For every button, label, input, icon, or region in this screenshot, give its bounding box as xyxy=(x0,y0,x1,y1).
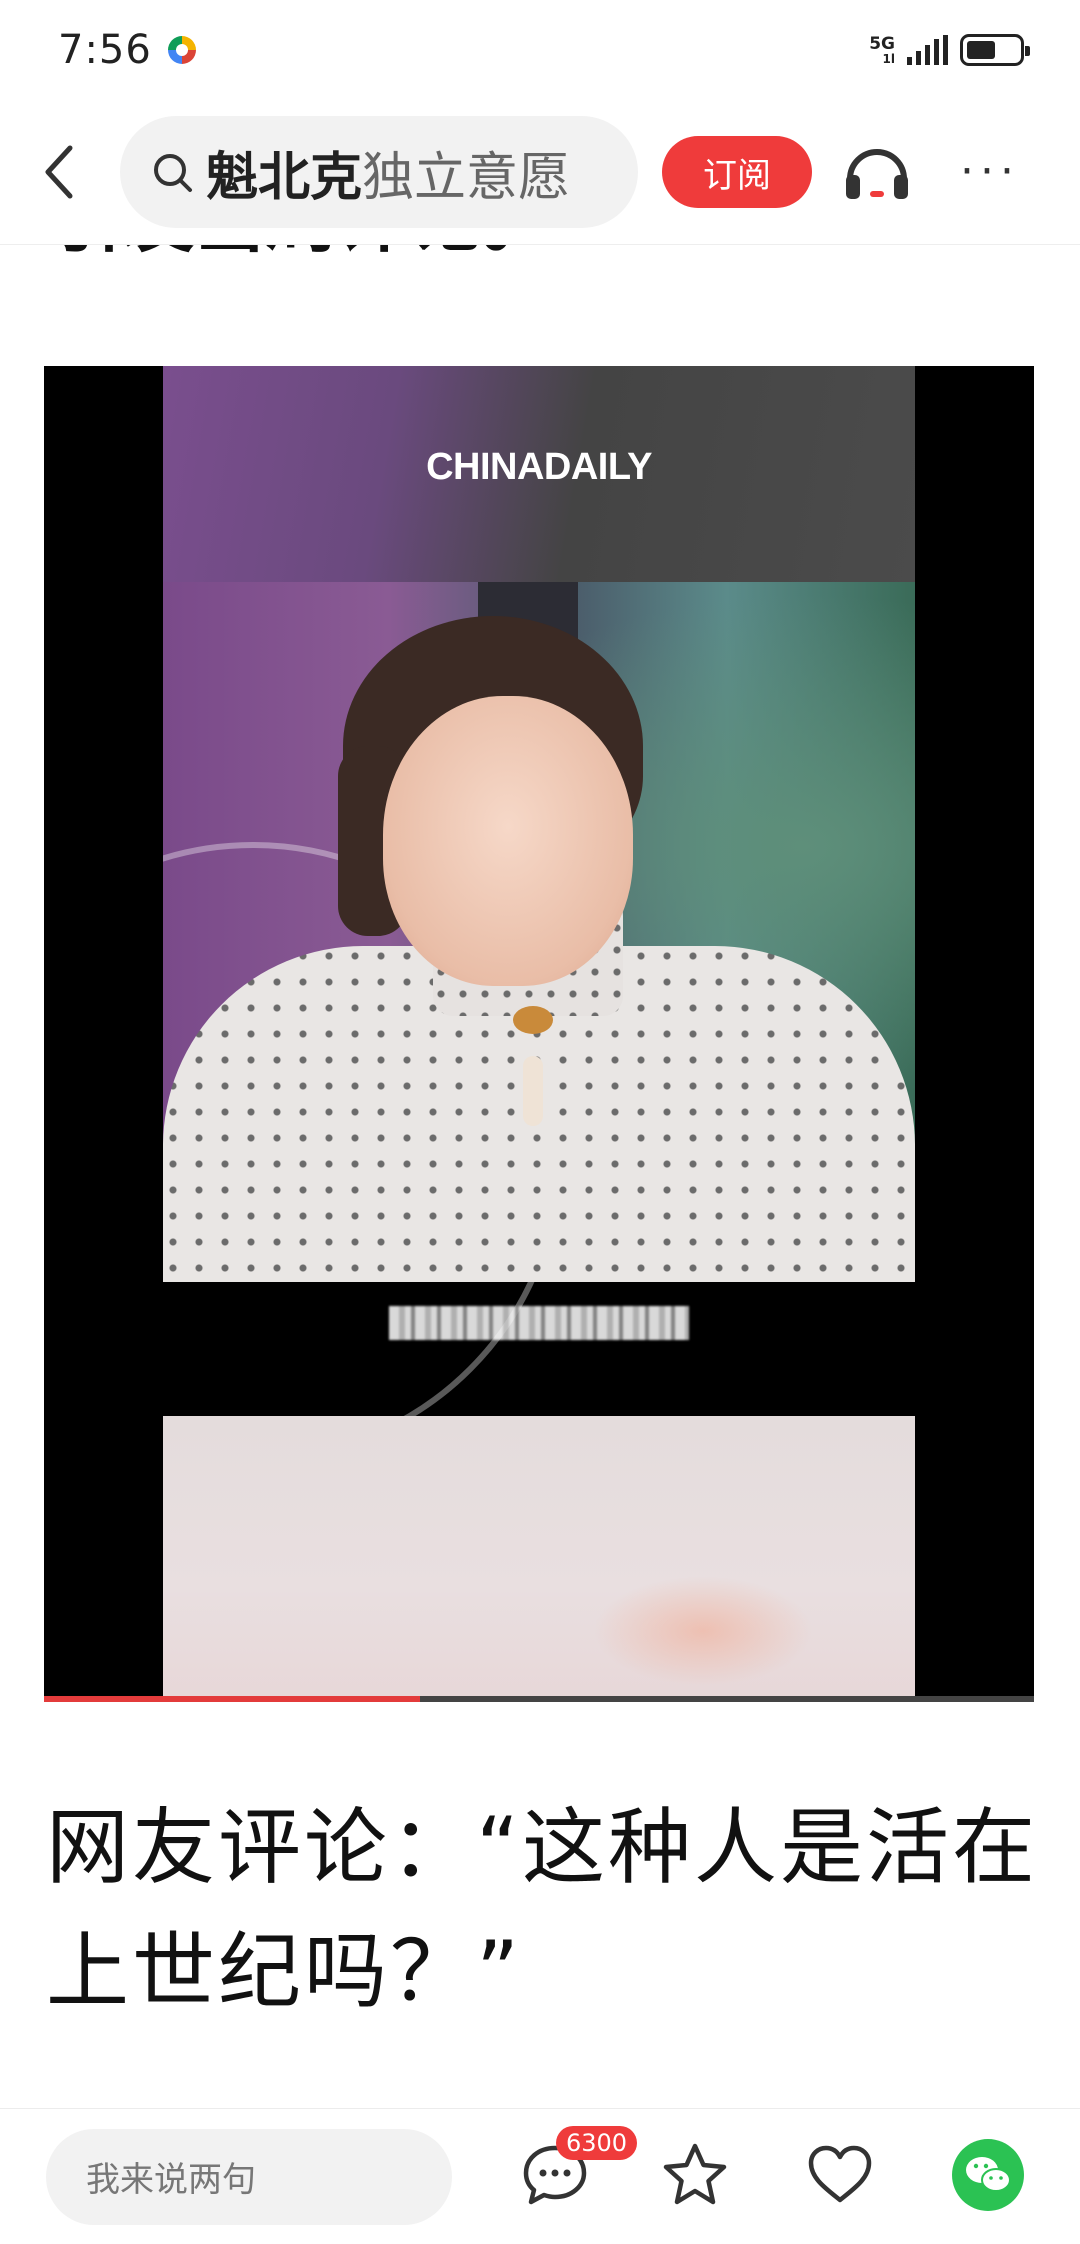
search-query-rest: 独立意愿 xyxy=(362,147,571,208)
channel-logo: CHINADAILY xyxy=(426,446,652,488)
video-player[interactable]: CHINADAILY xyxy=(44,366,1034,1702)
wechat-share-button[interactable] xyxy=(952,2139,1024,2211)
more-icon[interactable]: ··· xyxy=(960,150,1020,194)
heart-icon[interactable] xyxy=(805,2140,875,2210)
headphone-icon[interactable] xyxy=(842,137,912,207)
search-query-bold: 魁北克 xyxy=(206,147,363,208)
search-icon xyxy=(154,154,192,192)
battery-level xyxy=(967,41,995,59)
pendant xyxy=(523,1056,543,1126)
network-indicator: 5G 1l xyxy=(869,33,895,66)
status-indicators: 5G 1l xyxy=(869,33,1030,66)
network-type: 5G xyxy=(869,33,895,54)
subscribe-button[interactable]: 订阅 xyxy=(662,136,812,208)
article-paragraph: 网友评论：“这种人是活在上世纪吗？” xyxy=(46,1799,1038,2020)
star-icon[interactable] xyxy=(660,2140,730,2210)
brooch xyxy=(513,1006,553,1034)
top-nav: 魁北克独立意愿 订阅 ··· xyxy=(0,100,1080,245)
wechat-icon xyxy=(966,2157,1011,2192)
status-bar: 7:56 5G 1l xyxy=(0,0,1080,100)
back-button[interactable] xyxy=(0,100,120,245)
signal-icon xyxy=(907,35,948,65)
status-time: 7:56 xyxy=(58,27,152,73)
blurred-subtitle xyxy=(389,1306,689,1340)
network-sub: 1l xyxy=(882,51,895,66)
search-bar[interactable]: 魁北克独立意愿 xyxy=(120,116,638,228)
video-progress-fill xyxy=(44,1696,421,1702)
video-frame: CHINADAILY xyxy=(163,366,915,1702)
video-progress-bar[interactable] xyxy=(44,1696,1034,1702)
search-query: 魁北克独立意愿 xyxy=(206,135,570,210)
video-lower-area xyxy=(163,1416,915,1702)
person-face xyxy=(383,696,633,986)
comment-input[interactable]: 我来说两句 xyxy=(46,2128,452,2225)
comment-count-badge: 6300 xyxy=(556,2126,638,2160)
battery-icon xyxy=(960,34,1030,66)
app-notification-icon xyxy=(167,36,196,64)
back-icon xyxy=(45,145,73,199)
